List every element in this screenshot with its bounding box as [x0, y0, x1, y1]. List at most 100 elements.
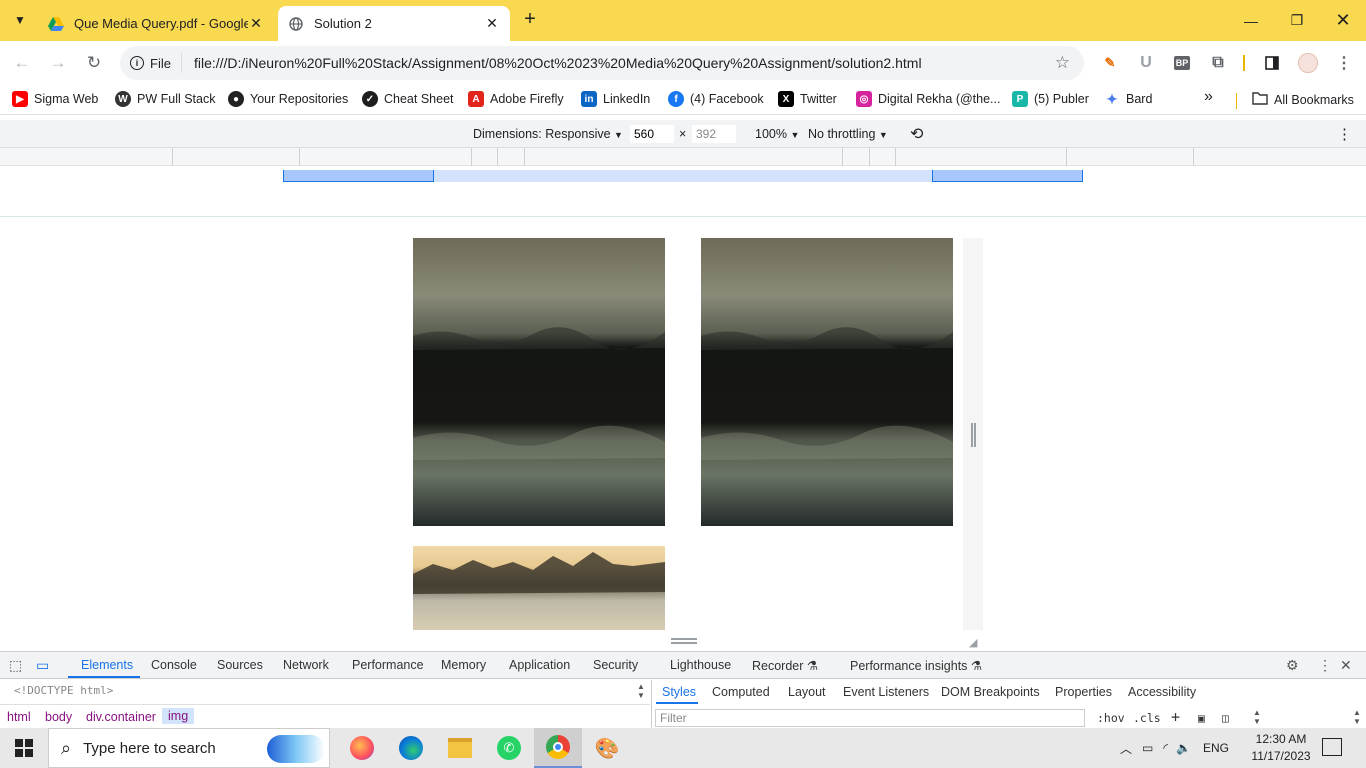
resize-handle-right[interactable]	[971, 423, 976, 447]
start-button[interactable]	[0, 728, 48, 768]
width-input[interactable]	[630, 125, 674, 143]
language-indicator[interactable]: ENG	[1203, 741, 1229, 755]
styles-filter-input[interactable]: Filter	[655, 709, 1085, 727]
restore-button[interactable]: ❐	[1274, 0, 1320, 41]
bookmark-linkedin[interactable]: in LinkedIn	[581, 91, 650, 107]
taskbar-search-box[interactable]: ⌕ Type here to search	[48, 728, 330, 768]
resize-handle-bottom[interactable]	[671, 638, 697, 644]
zoom-dropdown[interactable]: 100% ▼	[755, 127, 799, 141]
u-extension-icon[interactable]: U	[1134, 51, 1158, 75]
forward-button[interactable]: →	[46, 51, 70, 75]
menu-kebab-icon[interactable]: ⋮	[1332, 51, 1356, 75]
breadcrumb-html[interactable]: html	[7, 710, 31, 724]
battery-icon[interactable]: ▭	[1142, 741, 1153, 755]
tab-elements[interactable]: Elements	[81, 658, 133, 672]
tab-console[interactable]: Console	[151, 658, 197, 672]
reload-button[interactable]: ↻	[82, 51, 106, 75]
close-window-button[interactable]: ✕	[1320, 0, 1366, 41]
media-query-bar-right[interactable]	[932, 170, 1083, 182]
edge-taskbar-icon[interactable]	[387, 728, 435, 768]
resize-corner-icon[interactable]: ◢	[969, 636, 981, 649]
address-bar[interactable]: i File file:///D:/iNeuron%20Full%20Stack…	[120, 46, 1084, 80]
bookmarks-overflow-button[interactable]: »	[1204, 88, 1213, 106]
device-menu-icon[interactable]: ⋮	[1337, 125, 1352, 143]
throttling-dropdown[interactable]: No throttling ▼	[808, 127, 888, 141]
bookmark-publer[interactable]: P (5) Publer	[1012, 91, 1089, 107]
whatsapp-taskbar-icon[interactable]: ✆	[485, 728, 533, 768]
paint-brush-icon[interactable]: ▣	[1198, 711, 1205, 725]
volume-icon[interactable]: 🔈	[1176, 741, 1191, 755]
chrome-taskbar-icon[interactable]	[534, 728, 582, 768]
breadcrumb-img[interactable]: img	[162, 708, 195, 724]
rotate-icon[interactable]: ⟲	[910, 124, 923, 144]
tab-search-button[interactable]: ▼	[8, 8, 32, 32]
notifications-icon[interactable]	[1322, 738, 1342, 756]
bookmark-sigma-web[interactable]: ▶ Sigma Web	[12, 91, 98, 107]
height-input[interactable]	[692, 125, 736, 143]
tab-recorder[interactable]: Recorder ⚗	[752, 658, 818, 673]
bookmark-cheat-sheet[interactable]: ✓ Cheat Sheet	[362, 91, 454, 107]
dom-doctype-line[interactable]: <!DOCTYPE html>	[14, 684, 113, 697]
tab-properties[interactable]: Properties	[1055, 685, 1112, 699]
tab-sources[interactable]: Sources	[217, 658, 263, 672]
tab-security[interactable]: Security	[593, 658, 638, 672]
bookmark-twitter[interactable]: X Twitter	[778, 91, 837, 107]
chevron-up-icon[interactable]: ︿	[1120, 740, 1132, 757]
all-bookmarks-button[interactable]: All Bookmarks	[1252, 91, 1354, 108]
bookmark-bard[interactable]: ✦ Bard	[1104, 91, 1152, 107]
firefox-taskbar-icon[interactable]	[338, 728, 386, 768]
styles-scrollbar[interactable]: ▲ ▼	[1253, 708, 1261, 726]
hov-toggle[interactable]: :hov	[1097, 711, 1125, 725]
pen-extension-icon[interactable]: ✎	[1098, 51, 1122, 75]
new-tab-button[interactable]: +	[518, 8, 542, 31]
dom-scrollbar[interactable]: ▲ ▼	[637, 682, 645, 700]
extensions-puzzle-icon[interactable]: ⧉	[1206, 51, 1230, 75]
bp-extension-icon[interactable]: BP	[1170, 51, 1194, 75]
media-query-bar-left[interactable]	[283, 170, 434, 182]
side-panel-icon[interactable]	[1260, 51, 1284, 75]
paint-taskbar-icon[interactable]: 🎨	[583, 728, 631, 768]
minimize-button[interactable]: —	[1228, 0, 1274, 41]
tab-network[interactable]: Network	[283, 658, 329, 672]
tab-lighthouse[interactable]: Lighthouse	[670, 658, 731, 672]
tab-performance-insights[interactable]: Performance insights ⚗	[850, 658, 982, 673]
system-clock[interactable]: 12:30 AM 11/17/2023	[1250, 731, 1312, 765]
tab-styles[interactable]: Styles	[662, 685, 696, 699]
bookmark-your-repositories[interactable]: ● Your Repositories	[228, 91, 348, 107]
tab-application[interactable]: Application	[509, 658, 570, 672]
devtools-menu-icon[interactable]: ⋮	[1318, 657, 1332, 674]
tab-layout[interactable]: Layout	[788, 685, 826, 699]
toggle-sidebar-icon[interactable]: ◫	[1222, 711, 1229, 725]
bookmark-digital-rekha[interactable]: ◎ Digital Rekha (@the...	[856, 91, 1000, 107]
bookmark-star-icon[interactable]: ☆	[1055, 53, 1070, 73]
settings-gear-icon[interactable]: ⚙	[1286, 657, 1299, 674]
back-button[interactable]: ←	[10, 51, 34, 75]
bookmark-pw-full-stack[interactable]: W PW Full Stack	[115, 91, 216, 107]
tab-event-listeners[interactable]: Event Listeners	[843, 685, 929, 699]
tab-accessibility[interactable]: Accessibility	[1128, 685, 1196, 699]
add-rule-icon[interactable]: +	[1171, 708, 1180, 726]
profile-avatar[interactable]	[1296, 51, 1320, 75]
styles-scrollbar-right[interactable]: ▲ ▼	[1353, 708, 1361, 726]
device-toggle-icon[interactable]: ▭	[36, 657, 49, 674]
bookmark-facebook[interactable]: f (4) Facebook	[668, 91, 764, 107]
cls-toggle[interactable]: .cls	[1133, 711, 1161, 725]
breadcrumb-div-container[interactable]: div.container	[86, 710, 156, 724]
file-explorer-taskbar-icon[interactable]	[436, 728, 484, 768]
site-info-chip[interactable]: i File	[130, 53, 182, 73]
tab-performance[interactable]: Performance	[352, 658, 424, 672]
tab-solution-2[interactable]: Solution 2 ✕	[278, 6, 510, 41]
tab-memory[interactable]: Memory	[441, 658, 486, 672]
close-tab-icon[interactable]: ✕	[248, 15, 264, 32]
url-text[interactable]: file:///D:/iNeuron%20Full%20Stack/Assign…	[194, 55, 922, 71]
bookmark-adobe-firefly[interactable]: A Adobe Firefly	[468, 91, 564, 107]
tab-que-media-query[interactable]: Que Media Query.pdf - Google ✕	[38, 6, 274, 41]
close-tab-icon[interactable]: ✕	[484, 15, 500, 32]
tab-computed[interactable]: Computed	[712, 685, 770, 699]
dimensions-dropdown[interactable]: Dimensions: Responsive ▼	[473, 127, 623, 141]
close-devtools-icon[interactable]: ✕	[1340, 657, 1352, 674]
tab-dom-breakpoints[interactable]: DOM Breakpoints	[941, 685, 1040, 699]
wifi-icon[interactable]: ◜	[1163, 741, 1168, 755]
media-query-bar-center[interactable]	[434, 170, 932, 182]
inspect-element-icon[interactable]: ⬚	[9, 657, 22, 674]
